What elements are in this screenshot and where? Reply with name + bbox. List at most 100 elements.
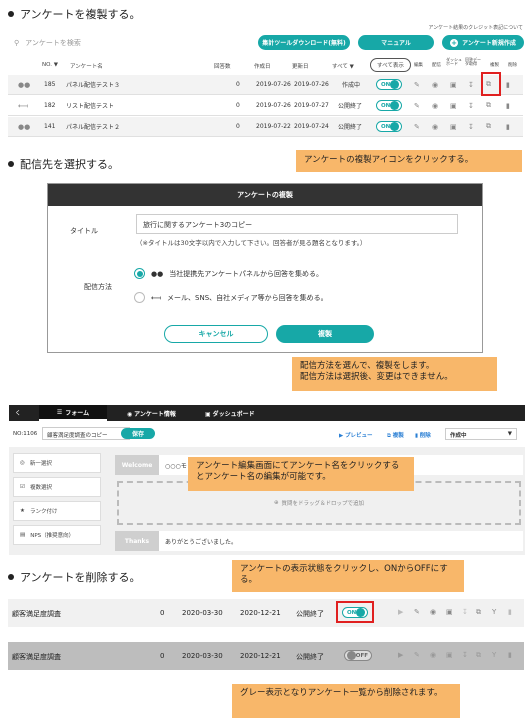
trash-icon[interactable]: ▮ xyxy=(508,608,512,616)
edit-icon[interactable]: ✎ xyxy=(414,123,420,131)
col-responses[interactable]: 回答数 xyxy=(214,62,231,70)
status-label: 作成中 xyxy=(342,82,361,89)
copy-button[interactable]: ⧉ 複製 xyxy=(387,431,404,440)
dashboard-icon[interactable]: ▣ xyxy=(450,81,457,89)
col-status[interactable]: すべて ▼ xyxy=(332,62,354,70)
deliver-icon[interactable]: ◉ xyxy=(432,81,438,89)
download-icon[interactable]: ↧ xyxy=(462,608,468,616)
delete-button[interactable]: ▮ 削除 xyxy=(415,431,431,439)
trash-icon[interactable]: ▮ xyxy=(506,81,510,89)
copy-icon[interactable]: ⧉ xyxy=(486,122,491,131)
table-row[interactable]: 顧客満足度調査 0 2020-03-30 2020-12-21 公開終了 ON … xyxy=(8,599,524,627)
search-icon: ⚲ xyxy=(14,39,20,47)
dashboard-icon[interactable]: ▣ xyxy=(446,608,453,616)
callout-copy: アンケートの複製アイコンをクリックする。 xyxy=(296,150,522,172)
tab-survey-info[interactable]: ◉ アンケート情報 xyxy=(127,409,176,418)
survey-name-input[interactable]: 顧客満足度調査のコピー xyxy=(42,427,130,440)
trash-icon[interactable]: ▮ xyxy=(506,102,510,110)
copy-icon[interactable]: ⧉ xyxy=(486,101,491,110)
survey-name[interactable]: パネル配信テスト３ xyxy=(66,80,120,89)
col-created[interactable]: 作成日 xyxy=(254,62,271,70)
manual-button[interactable]: マニュアル xyxy=(358,35,434,50)
table-row-disabled[interactable]: 顧客満足度調査 0 2020-03-30 2020-12-21 公開終了 OFF… xyxy=(8,642,524,670)
show-all-button[interactable]: すべて表示 xyxy=(370,58,411,72)
download-button[interactable]: 集計ツールダウンロード(無料) xyxy=(258,35,350,50)
edit-icon[interactable]: ✎ xyxy=(414,102,420,110)
bullet-icon xyxy=(8,574,14,580)
nps-icon: ▤ xyxy=(20,532,26,538)
preview-icon[interactable]: ▶ xyxy=(398,608,403,616)
col-name[interactable]: アンケート名 xyxy=(70,62,103,70)
new-survey-button[interactable]: + アンケート新規作成 xyxy=(442,35,524,50)
method-label: 配信方法 xyxy=(84,283,112,291)
radio-unselected[interactable] xyxy=(134,292,145,303)
save-button[interactable]: 保存 xyxy=(121,428,155,439)
form-icon: ☰ xyxy=(56,408,63,416)
status-select[interactable]: 作成中 ▼ xyxy=(445,428,517,440)
credit-link[interactable]: アンケート結果のクレジット表記について xyxy=(428,24,523,31)
copy-icon-highlight xyxy=(481,72,501,96)
question-type-sidebar: ◎ 新一選択 ☑ 複数選択 ★ ランク付け ▤ NPS（推奨意向） xyxy=(13,453,101,545)
deliver-icon[interactable]: ◉ xyxy=(432,102,438,110)
back-button[interactable]: く xyxy=(15,408,21,417)
sidebar-item-nps[interactable]: ▤ NPS（推奨意向） xyxy=(13,525,101,545)
download-icon: ↧ xyxy=(462,651,468,659)
share-icon: ⟻ xyxy=(151,293,162,302)
radio-selected[interactable] xyxy=(134,268,145,279)
preview-button[interactable]: ▶ プレビュー xyxy=(339,431,373,439)
sidebar-item-rank[interactable]: ★ ランク付け xyxy=(13,501,101,521)
preview-icon: ▶ xyxy=(398,651,404,659)
visibility-toggle[interactable]: ON xyxy=(342,607,368,618)
panel-icon: ●● xyxy=(18,80,31,89)
visibility-toggle[interactable]: ON xyxy=(376,79,402,90)
survey-name[interactable]: パネル配信テスト２ xyxy=(66,122,120,131)
download-icon[interactable]: ↧ xyxy=(468,81,474,89)
copy-icon: ⧉ xyxy=(476,651,481,659)
visibility-toggle-off[interactable]: OFF xyxy=(344,650,372,661)
survey-name[interactable]: 顧客満足度調査 xyxy=(12,652,61,662)
thanks-block[interactable]: Thanks ありがとうございました。 xyxy=(115,531,523,551)
dashboard-icon[interactable]: ▣ xyxy=(450,102,457,110)
status-label: 公開終了 xyxy=(296,610,324,618)
copy-icon[interactable]: ⧉ xyxy=(476,608,481,617)
table-header: NO. ▼ アンケート名 回答数 作成日 更新日 すべて ▼ すべて表示 編集 … xyxy=(0,56,531,74)
download-icon[interactable]: ↧ xyxy=(468,123,474,131)
edit-icon[interactable]: ✎ xyxy=(414,81,420,89)
option-panel[interactable]: ●● 当社提携先アンケートパネルから回答を集める。 xyxy=(134,268,323,279)
edit-icon[interactable]: ✎ xyxy=(414,608,420,616)
visibility-toggle[interactable]: ON xyxy=(376,121,402,132)
tab-dashboard[interactable]: ▣ ダッシュボード xyxy=(205,409,255,418)
section-title-target: 配信先を選択する。 xyxy=(8,156,119,172)
star-icon: ★ xyxy=(20,508,25,514)
col-download: 回答データ取得 xyxy=(465,57,481,67)
sidebar-item-multi[interactable]: ☑ 複数選択 xyxy=(13,477,101,497)
deliver-icon[interactable]: ◉ xyxy=(432,123,438,131)
search-input[interactable]: ⚲ アンケートを検索 xyxy=(14,38,81,48)
table-row[interactable]: ●● 185 パネル配信テスト３ 0 2019-07-26 2019-07-26… xyxy=(8,75,523,95)
edit-icon: ✎ xyxy=(414,651,420,659)
copy-confirm-button[interactable]: 複製 xyxy=(276,325,374,343)
title-input[interactable]: 旅行に関するアンケート3のコピー xyxy=(136,214,458,234)
table-row[interactable]: ⟻ 182 リスト配信テスト 0 2019-07-26 2019-07-27 公… xyxy=(8,96,523,116)
sidebar-item-single[interactable]: ◎ 新一選択 xyxy=(13,453,101,473)
modal-header: アンケートの複製 xyxy=(48,184,482,206)
dashboard-icon: ▣ xyxy=(205,411,211,418)
cancel-button[interactable]: キャンセル xyxy=(164,325,268,343)
download-icon[interactable]: ↧ xyxy=(468,102,474,110)
tab-form[interactable]: ☰ フォーム xyxy=(39,405,107,421)
deliver-icon[interactable]: ◉ xyxy=(430,608,436,616)
col-updated[interactable]: 更新日 xyxy=(292,62,309,70)
option-email[interactable]: ⟻ メール、SNS、自社メディア等から回答を集める。 xyxy=(134,292,328,303)
col-no[interactable]: NO. ▼ xyxy=(42,62,58,68)
visibility-toggle[interactable]: ON xyxy=(376,100,402,111)
editor-tabbar: く ☰ フォーム ◉ アンケート情報 ▣ ダッシュボード xyxy=(9,405,525,421)
table-row[interactable]: ●● 141 パネル配信テスト２ 0 2019-07-22 2019-07-24… xyxy=(8,117,523,137)
dashboard-icon[interactable]: ▣ xyxy=(450,123,457,131)
bullet-icon xyxy=(8,161,14,167)
info-icon: ◉ xyxy=(127,411,133,418)
trash-icon[interactable]: ▮ xyxy=(506,123,510,131)
status-label: 公開終了 xyxy=(338,124,363,131)
survey-name[interactable]: 顧客満足度調査 xyxy=(12,609,61,619)
survey-name[interactable]: リスト配信テスト xyxy=(66,101,114,110)
filter-icon[interactable]: Y xyxy=(492,608,496,616)
